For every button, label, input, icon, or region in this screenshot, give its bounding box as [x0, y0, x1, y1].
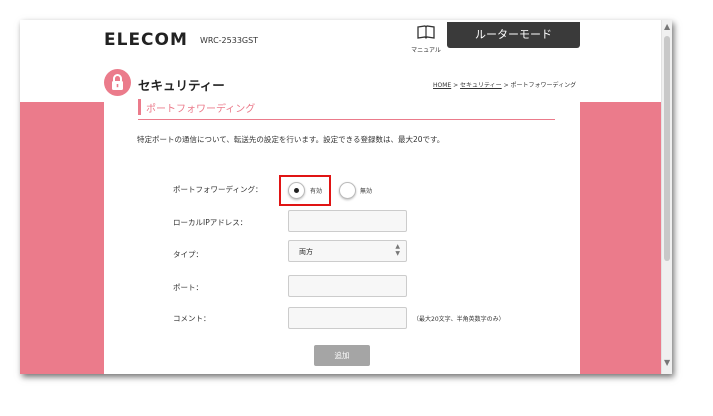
elecom-logo: ELECOM — [104, 30, 188, 50]
radio-disabled[interactable] — [339, 182, 356, 199]
security-section-icon — [104, 69, 131, 96]
type-select-value: 両方 — [299, 248, 313, 256]
section-description: 特定ポートの通信について、転送先の設定を行います。設定できる登録数は、最大20で… — [137, 135, 445, 144]
port-label: ポート： — [173, 283, 203, 292]
type-label: タイプ： — [173, 250, 203, 259]
manual-label: マニュアル — [411, 47, 441, 54]
section-title: ポートフォワーディング — [146, 104, 256, 115]
port-input[interactable] — [288, 275, 407, 297]
breadcrumb-separator: > — [451, 82, 461, 89]
section-marker — [138, 99, 141, 115]
type-select[interactable]: 両方 ▲ ▼ — [288, 240, 407, 262]
add-button[interactable]: 追加 — [314, 345, 370, 366]
vertical-scrollbar[interactable]: ▲ ▼ — [661, 20, 672, 374]
section-divider — [138, 119, 555, 120]
manual-link[interactable]: マニュアル — [409, 25, 443, 54]
scrollbar-thumb[interactable] — [664, 36, 670, 261]
book-icon — [417, 25, 435, 39]
local-ip-input[interactable] — [288, 210, 407, 232]
breadcrumb: HOME > セキュリティー > ポートフォワーディング — [433, 80, 576, 89]
scroll-down-icon[interactable]: ▼ — [664, 359, 670, 367]
breadcrumb-current: ポートフォワーディング — [510, 82, 577, 89]
page-title: セキュリティー — [138, 78, 225, 93]
breadcrumb-home-link[interactable]: HOME — [433, 82, 451, 89]
model-name: WRC-2533GST — [200, 36, 259, 45]
local-ip-label: ローカルIPアドレス： — [173, 218, 248, 227]
right-accent-panel — [580, 102, 662, 374]
breadcrumb-separator: > — [501, 82, 511, 89]
breadcrumb-security-link[interactable]: セキュリティー — [460, 82, 502, 89]
highlight-box — [279, 175, 331, 206]
scroll-up-icon[interactable]: ▲ — [664, 23, 670, 31]
lock-icon — [112, 74, 123, 90]
comment-input[interactable] — [288, 307, 407, 329]
router-mode-button[interactable]: ルーターモード — [447, 22, 580, 48]
select-arrows-icon: ▲ ▼ — [395, 243, 400, 257]
comment-hint: （最大20文字、半角英数字のみ） — [413, 316, 505, 323]
radio-disabled-label: 無効 — [360, 188, 373, 195]
port-forwarding-label: ポートフォワーディング： — [173, 185, 263, 194]
left-accent-panel — [20, 102, 104, 374]
browser-window: ELECOM WRC-2533GST マニュアル ルーターモード セキュリティー… — [20, 20, 672, 374]
comment-label: コメント： — [173, 314, 211, 323]
